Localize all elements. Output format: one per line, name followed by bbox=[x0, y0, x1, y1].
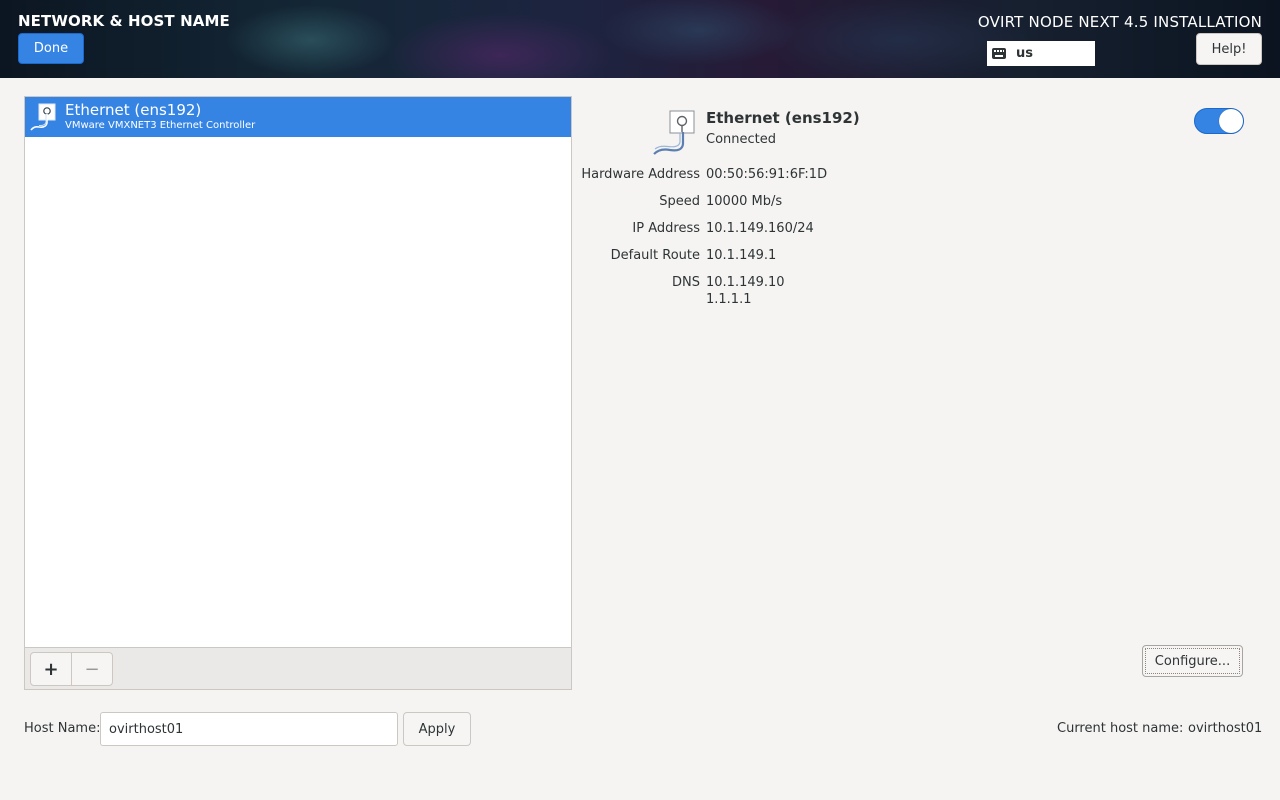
speed-label: Speed bbox=[659, 194, 700, 209]
page-title: NETWORK & HOST NAME bbox=[18, 12, 230, 30]
host-name-label: Host Name: bbox=[24, 721, 101, 736]
dns-value-primary: 10.1.149.10 bbox=[706, 275, 785, 290]
hardware-address-value: 00:50:56:91:6F:1D bbox=[706, 167, 828, 182]
remove-device-button[interactable]: − bbox=[71, 652, 113, 686]
device-list: Ethernet (ens192) VMware VMXNET3 Etherne… bbox=[25, 97, 571, 647]
network-wired-icon bbox=[653, 110, 695, 155]
default-route-label: Default Route bbox=[610, 248, 700, 263]
selected-device-name: Ethernet (ens192) bbox=[706, 109, 860, 127]
toggle-knob bbox=[1219, 109, 1243, 133]
apply-button[interactable]: Apply bbox=[403, 712, 471, 746]
default-route-value: 10.1.149.1 bbox=[706, 248, 777, 263]
host-name-input[interactable] bbox=[100, 712, 398, 746]
ip-address-label: IP Address bbox=[632, 221, 700, 236]
header-bar: NETWORK & HOST NAME Done OVIRT NODE NEXT… bbox=[0, 0, 1280, 78]
current-host-name-label: Current host name: bbox=[1057, 721, 1184, 736]
product-title: OVIRT NODE NEXT 4.5 INSTALLATION bbox=[977, 13, 1262, 31]
device-list-toolbar: + − bbox=[25, 647, 571, 689]
dns-label: DNS bbox=[672, 275, 700, 290]
connection-status: Connected bbox=[706, 132, 777, 147]
list-item[interactable]: Ethernet (ens192) VMware VMXNET3 Etherne… bbox=[25, 97, 571, 137]
done-button[interactable]: Done bbox=[18, 33, 84, 64]
current-host-name-value: ovirthost01 bbox=[1188, 721, 1263, 736]
keyboard-layout-indicator[interactable]: us bbox=[987, 41, 1095, 66]
help-button[interactable]: Help! bbox=[1196, 33, 1262, 65]
hardware-address-label: Hardware Address bbox=[581, 167, 700, 182]
device-name: Ethernet (ens192) bbox=[65, 101, 202, 119]
keyboard-icon bbox=[992, 48, 1006, 59]
device-enable-toggle[interactable] bbox=[1194, 108, 1244, 134]
speed-value: 10000 Mb/s bbox=[706, 194, 783, 209]
keyboard-layout-label: us bbox=[1016, 46, 1033, 61]
device-description: VMware VMXNET3 Ethernet Controller bbox=[65, 120, 256, 131]
device-list-panel: Ethernet (ens192) VMware VMXNET3 Etherne… bbox=[24, 96, 572, 690]
configure-button[interactable]: Configure... bbox=[1142, 645, 1243, 677]
add-device-button[interactable]: + bbox=[30, 652, 72, 686]
ip-address-value: 10.1.149.160/24 bbox=[706, 221, 814, 236]
dns-value-secondary: 1.1.1.1 bbox=[706, 292, 752, 307]
network-wired-icon bbox=[30, 103, 56, 131]
